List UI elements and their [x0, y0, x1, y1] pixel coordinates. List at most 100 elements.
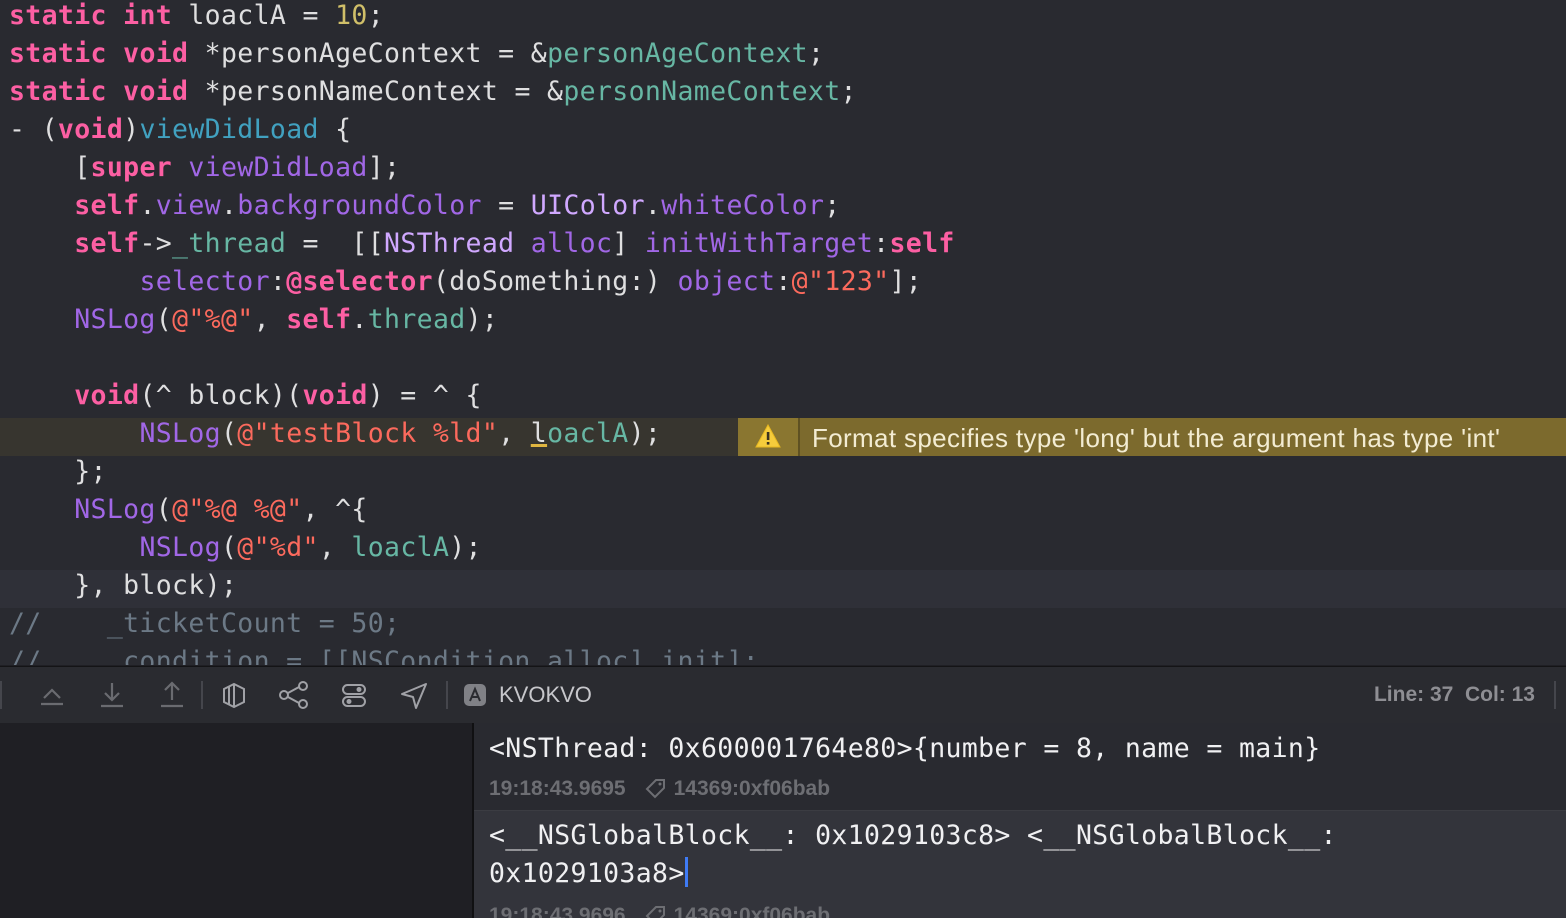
code-token: self [286, 304, 352, 335]
variables-view[interactable] [0, 723, 474, 918]
debug-view-hierarchy-icon[interactable] [219, 680, 249, 710]
text-cursor [684, 857, 688, 887]
code-text: self.view.backgroundColor = UIColor.whit… [9, 187, 841, 225]
code-line[interactable]: NSLog(@"testBlock %ld", loaclA); Format s… [0, 418, 1566, 456]
code-text: self->_thread = [[NSThread alloc] initWi… [9, 225, 955, 263]
code-token: . [139, 190, 156, 221]
code-line[interactable]: // _ticketCount = 50; [0, 608, 1566, 646]
code-token: *personNameContext = & [188, 76, 564, 107]
memory-graph-icon[interactable] [278, 680, 310, 710]
code-token: backgroundColor [237, 190, 482, 221]
code-text: static void *personAgeContext = &personA… [9, 35, 824, 73]
code-line[interactable]: NSLog(@"%@", self.thread); [0, 304, 1566, 342]
toolbar-divider [0, 681, 2, 709]
code-token: , ^{ [302, 494, 368, 525]
code-line[interactable] [0, 342, 1566, 380]
warning-banner[interactable]: Format specifies type 'long' but the arg… [738, 418, 1566, 456]
code-token: void [74, 380, 140, 411]
code-token: ) = ^ { [367, 380, 482, 411]
cursor-position: Line: 37 Col: 13 [1373, 683, 1535, 706]
code-token: , [318, 532, 352, 563]
step-over-icon[interactable] [37, 680, 67, 710]
code-line[interactable]: [super viewDidLoad]; [0, 152, 1566, 190]
code-token: personNameContext [563, 76, 841, 107]
console-entry: <NSThread: 0x600001764e80>{number = 8, n… [474, 723, 1566, 809]
code-token: super [90, 152, 173, 183]
code-token: selector [139, 266, 270, 297]
code-token: viewDidLoad [188, 152, 368, 183]
console-thread-id: 14369:0xf06bab [673, 777, 831, 801]
code-token: ]; [889, 266, 923, 297]
code-text: // condition = [[NSCondition alloc] init… [9, 643, 759, 665]
app-scheme-icon [464, 684, 486, 706]
code-token: @"%d" [237, 532, 319, 563]
code-line[interactable]: void(^ block)(void) = ^ { [0, 380, 1566, 418]
tag-icon [645, 779, 665, 799]
console-timestamp: 19:18:43.9696 [489, 904, 626, 918]
code-line[interactable]: - (void)viewDidLoad { [0, 114, 1566, 152]
code-line[interactable]: NSLog(@"%d", loaclA); [0, 532, 1566, 570]
code-line[interactable]: static void *personNameContext = &person… [0, 76, 1566, 114]
code-token: = [[ [286, 228, 385, 259]
code-token: ]; [367, 152, 401, 183]
code-token: ] [612, 228, 645, 259]
code-token: . [351, 304, 368, 335]
code-token: . [644, 190, 662, 221]
code-token: initWithTarget [644, 228, 874, 259]
code-token: static [9, 76, 107, 107]
code-token: void [57, 114, 124, 145]
console-output[interactable]: <NSThread: 0x600001764e80>{number = 8, n… [474, 723, 1566, 918]
code-text: selector:@selector(doSomething:) object:… [9, 263, 922, 301]
code-token: { [318, 114, 352, 145]
code-token: personAgeContext [547, 38, 808, 69]
step-out-icon[interactable] [157, 680, 187, 710]
code-token: @"testBlock %ld" [237, 418, 499, 449]
code-token: ( [220, 532, 238, 563]
code-text: NSLog(@"%@", self.thread); [9, 301, 498, 339]
scheme-name[interactable]: KVOKVO [499, 667, 592, 723]
code-line[interactable]: static void *personAgeContext = &personA… [0, 38, 1566, 76]
warning-message: Format specifies type 'long' but the arg… [812, 423, 1501, 453]
code-token: ; [367, 0, 385, 31]
code-token: ; [807, 38, 825, 69]
code-line[interactable]: self.view.backgroundColor = UIColor.whit… [0, 190, 1566, 228]
code-line[interactable]: // condition = [[NSCondition alloc] init… [0, 646, 1566, 665]
environment-overrides-icon[interactable] [339, 680, 369, 710]
code-token: *personAgeContext = & [188, 38, 548, 69]
code-line[interactable]: }, block); [0, 570, 1566, 608]
console-message: <NSThread: 0x600001764e80>{number = 8, n… [489, 733, 1321, 764]
code-line[interactable]: }; [0, 456, 1566, 494]
code-text: NSLog(@"%d", loaclA); [9, 529, 482, 567]
code-token: object [677, 266, 776, 297]
code-token: // _ticketCount = 50; [9, 608, 401, 639]
code-line[interactable]: self->_thread = [[NSThread alloc] initWi… [0, 228, 1566, 266]
simulate-location-icon[interactable] [399, 680, 429, 710]
code-line[interactable]: static int loaclA = 10; [0, 0, 1566, 38]
code-token: loaclA = [172, 0, 336, 31]
code-token: ( [155, 494, 173, 525]
toolbar-divider [201, 681, 203, 709]
code-text: NSLog(@"%@ %@", ^{ [9, 491, 368, 529]
code-text: void(^ block)(void) = ^ { [9, 377, 482, 415]
toolbar-divider [1554, 681, 1556, 709]
warning-icon-box[interactable] [738, 418, 800, 456]
code-line[interactable]: selector:@selector(doSomething:) object:… [0, 266, 1566, 304]
code-token: // condition = [[NSCondition alloc] init… [9, 646, 759, 665]
code-token: ); [465, 304, 499, 335]
code-token: self [74, 228, 140, 259]
code-token: : [775, 266, 792, 297]
code-text: }; [9, 453, 107, 491]
code-token: UIColor [530, 190, 645, 221]
code-line[interactable]: NSLog(@"%@ %@", ^{ [0, 494, 1566, 532]
code-editor[interactable]: static int loaclA = 10; static void *pers… [0, 0, 1566, 665]
code-token: NSThread [384, 228, 515, 259]
code-token: NSLog [139, 418, 221, 449]
code-token: (doSomething:) [432, 266, 678, 297]
step-into-icon[interactable] [97, 680, 127, 710]
code-token: _thread [172, 228, 287, 259]
